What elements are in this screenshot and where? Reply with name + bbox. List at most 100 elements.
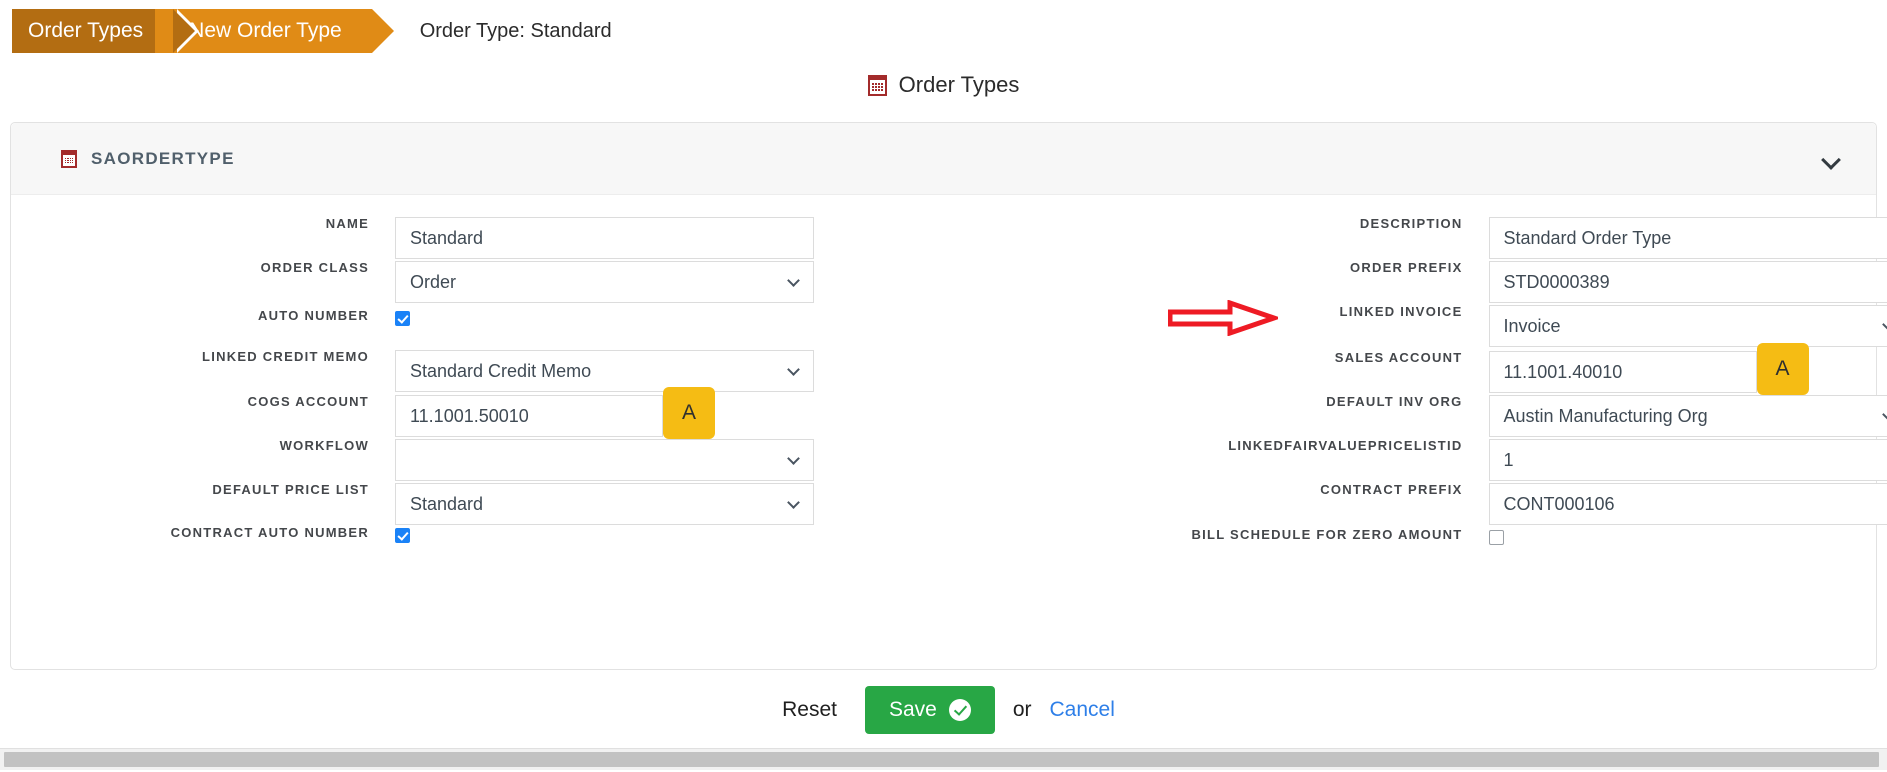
card-title: SAORDERTYPE	[91, 148, 235, 168]
field-label: LINKED INVOICE	[1339, 304, 1463, 319]
breadcrumb-item-label: New Order Type	[189, 19, 342, 42]
card-header[interactable]: SAORDERTYPE	[11, 123, 1876, 195]
default-inv-org-select[interactable]: Austin Manufacturing Org	[1488, 395, 1887, 437]
field-cogs-account: COGS ACCOUNT 11.1001.50010 A	[11, 387, 944, 439]
page-heading-label: Order Types	[898, 72, 1020, 97]
field-control: 1	[1488, 439, 1887, 481]
sales-account-lookup-button[interactable]: A	[1756, 343, 1809, 395]
sales-account-input[interactable]: 11.1001.40010	[1488, 351, 1757, 393]
default-inv-org-value: Austin Manufacturing Org	[1503, 405, 1708, 426]
default-price-list-value: Standard	[410, 493, 484, 514]
order-type-card: SAORDERTYPE NAME Standard ORDER CLASS Or…	[10, 122, 1887, 670]
field-control: 11.1001.40010 A	[1488, 343, 1887, 395]
chevron-down-icon	[1884, 320, 1887, 331]
field-bill-schedule-for-zero-amount: BILL SCHEDULE FOR ZERO AMOUNT	[944, 528, 1877, 550]
workflow-select[interactable]	[395, 439, 814, 481]
chevron-down-icon[interactable]	[1822, 150, 1840, 168]
field-control	[395, 309, 814, 331]
description-input[interactable]: Standard Order Type	[1488, 217, 1887, 259]
page-heading: Order Types	[0, 72, 1887, 98]
field-order-prefix: ORDER PREFIX STD0000389	[944, 260, 1887, 303]
field-control	[1488, 528, 1887, 550]
field-sales-account: SALES ACCOUNT 11.1001.40010 A	[944, 343, 1877, 395]
field-label: DEFAULT INV ORG	[1326, 394, 1463, 409]
page-title: Order Type: Standard	[419, 19, 612, 42]
field-control: STD0000389	[1488, 261, 1887, 303]
field-control	[395, 526, 814, 548]
or-label: or	[1012, 698, 1032, 721]
field-label: DESCRIPTION	[1359, 216, 1463, 231]
breadcrumb-item-order-types[interactable]: Order Types	[12, 9, 200, 53]
linked-credit-memo-value: Standard Credit Memo	[410, 360, 592, 381]
field-contract-prefix: CONTRACT PREFIX CONT000106	[944, 482, 1887, 525]
field-linkedfairvaluepricelistid: LINKEDFAIRVALUEPRICELISTID 1	[944, 438, 1887, 481]
field-label: ORDER CLASS	[260, 260, 369, 275]
field-linked-credit-memo: LINKED CREDIT MEMO Standard Credit Memo	[11, 350, 944, 392]
field-control: Standard Credit Memo	[395, 350, 814, 392]
order-class-select[interactable]: Order	[395, 261, 814, 303]
bill-schedule-for-zero-amount-checkbox[interactable]	[1488, 530, 1504, 545]
field-auto-number: AUTO NUMBER	[11, 309, 944, 331]
grid-icon	[61, 149, 77, 168]
field-workflow: WORKFLOW	[11, 439, 944, 481]
field-description: DESCRIPTION Standard Order Type	[944, 216, 1887, 259]
check-circle-icon	[948, 699, 971, 721]
field-label: DEFAULT PRICE LIST	[212, 482, 369, 497]
field-default-inv-org: DEFAULT INV ORG Austin Manufacturing Org	[944, 394, 1887, 437]
field-label: BILL SCHEDULE FOR ZERO AMOUNT	[1191, 527, 1463, 542]
breadcrumb: Order Types New Order Type Order Type: S…	[0, 0, 1887, 62]
field-label: WORKFLOW	[279, 438, 369, 453]
chevron-down-icon	[789, 276, 800, 287]
field-control: Standard Order Type	[1488, 217, 1887, 259]
contract-prefix-input[interactable]: CONT000106	[1488, 483, 1887, 525]
cogs-account-input[interactable]: 11.1001.50010	[395, 395, 663, 437]
linked-invoice-select[interactable]: Invoice	[1488, 305, 1887, 347]
field-control: 11.1001.50010 A	[395, 387, 814, 439]
horizontal-scrollbar[interactable]	[0, 748, 1887, 770]
field-label: SALES ACCOUNT	[1334, 350, 1463, 365]
save-button-label: Save	[888, 698, 937, 721]
reset-button[interactable]: Reset	[772, 692, 847, 728]
order-prefix-input[interactable]: STD0000389	[1488, 261, 1887, 303]
field-control: Standard	[395, 483, 814, 525]
contract-auto-number-checkbox[interactable]	[395, 528, 410, 543]
field-control: Invoice	[1488, 305, 1887, 347]
breadcrumb-item-label: Order Types	[28, 19, 144, 42]
field-label: LINKED CREDIT MEMO	[202, 349, 369, 364]
chevron-down-icon	[789, 454, 800, 465]
linked-credit-memo-select[interactable]: Standard Credit Memo	[395, 350, 814, 392]
field-label: COGS ACCOUNT	[247, 394, 369, 409]
field-control: CONT000106	[1488, 483, 1887, 525]
name-input[interactable]: Standard	[395, 217, 814, 259]
auto-number-checkbox[interactable]	[395, 311, 410, 326]
field-label: ORDER PREFIX	[1349, 260, 1463, 275]
field-label: CONTRACT PREFIX	[1320, 482, 1463, 497]
default-price-list-select[interactable]: Standard	[395, 483, 814, 525]
scrollbar-thumb[interactable]	[4, 752, 1879, 767]
field-control: Austin Manufacturing Org	[1488, 395, 1887, 437]
form-column-left: NAME Standard ORDER CLASS Order AUTO NUM…	[11, 217, 944, 669]
field-label: LINKEDFAIRVALUEPRICELISTID	[1228, 438, 1463, 453]
field-linked-invoice: LINKED INVOICE Invoice	[944, 304, 1887, 347]
form-column-right: DESCRIPTION Standard Order Type ORDER PR…	[944, 216, 1887, 669]
field-label: AUTO NUMBER	[257, 308, 369, 323]
field-control: Order	[395, 261, 814, 303]
field-name: NAME Standard	[11, 217, 944, 259]
field-control	[395, 439, 814, 481]
chevron-down-icon	[1884, 410, 1887, 421]
form-actions: Reset Save or Cancel	[0, 686, 1887, 734]
form-body: NAME Standard ORDER CLASS Order AUTO NUM…	[11, 195, 1887, 669]
chevron-down-icon	[789, 365, 800, 376]
field-default-price-list: DEFAULT PRICE LIST Standard	[11, 483, 944, 525]
linkedfairvaluepricelistid-input[interactable]: 1	[1488, 439, 1887, 481]
field-label: CONTRACT AUTO NUMBER	[170, 525, 369, 540]
cancel-link[interactable]: Cancel	[1050, 698, 1115, 722]
field-control: Standard	[395, 217, 814, 259]
linked-invoice-value: Invoice	[1503, 315, 1561, 336]
field-contract-auto-number: CONTRACT AUTO NUMBER	[11, 526, 944, 548]
field-order-class: ORDER CLASS Order	[11, 261, 944, 303]
order-class-value: Order	[410, 271, 457, 292]
cogs-account-lookup-button[interactable]: A	[663, 387, 715, 439]
grid-icon	[867, 74, 887, 96]
save-button[interactable]: Save	[864, 686, 995, 734]
